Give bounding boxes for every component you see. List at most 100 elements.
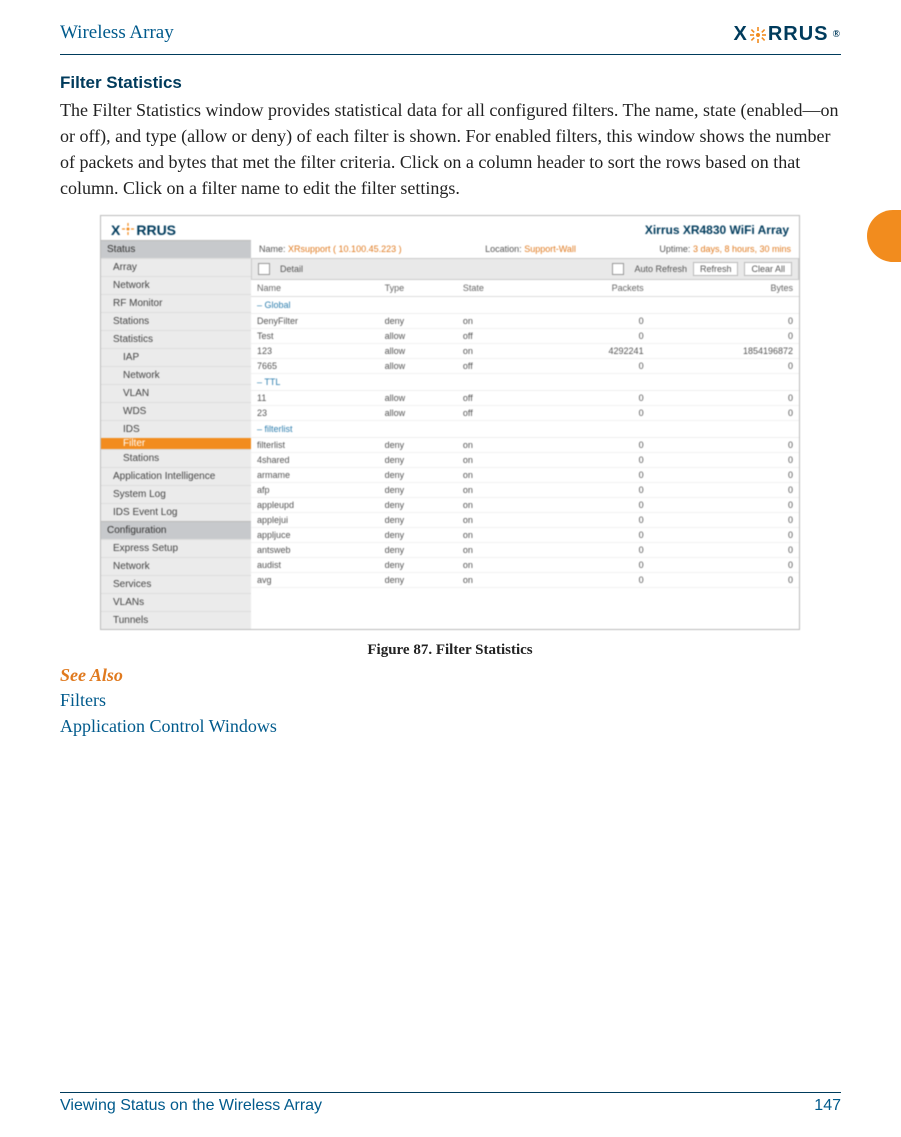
refresh-button[interactable]: Refresh: [693, 262, 739, 276]
col-packets[interactable]: Packets: [536, 280, 649, 297]
status-location-label: Location:: [485, 244, 522, 254]
filter-type-cell: allow: [379, 359, 457, 374]
filter-bytes-cell: 0: [650, 406, 799, 421]
detail-checkbox[interactable]: [258, 263, 270, 275]
sidebar-subitem[interactable]: WDS: [101, 402, 251, 420]
filter-name-cell[interactable]: afp: [251, 483, 379, 498]
see-also-heading: See Also: [60, 665, 841, 686]
filter-stats-table: Name Type State Packets Bytes – GlobalDe…: [251, 280, 799, 588]
filter-state-cell: off: [457, 406, 536, 421]
group-row[interactable]: – filterlist: [251, 421, 799, 438]
filter-name-cell[interactable]: Test: [251, 329, 379, 344]
filter-name-cell[interactable]: 7665: [251, 359, 379, 374]
filter-bytes-cell: 0: [650, 573, 799, 588]
sidebar-item[interactable]: Network: [101, 276, 251, 294]
col-state[interactable]: State: [457, 280, 536, 297]
auto-refresh-checkbox[interactable]: [612, 263, 624, 275]
table-row: 7665allowoff00: [251, 359, 799, 374]
filter-state-cell: off: [457, 359, 536, 374]
filter-name-cell[interactable]: 23: [251, 406, 379, 421]
filter-name-cell[interactable]: DenyFilter: [251, 314, 379, 329]
brand-mini-text-1: X: [111, 222, 120, 238]
status-uptime-value: 3 days, 8 hours, 30 mins: [693, 244, 791, 254]
filter-packets-cell: 0: [536, 406, 649, 421]
sidebar-item[interactable]: RF Monitor: [101, 294, 251, 312]
sidebar-subitem[interactable]: IDS: [101, 420, 251, 438]
filter-name-cell[interactable]: 11: [251, 391, 379, 406]
filter-type-cell: deny: [379, 498, 457, 513]
brand-mini-text-2: RRUS: [136, 222, 176, 238]
filter-type-cell: deny: [379, 438, 457, 453]
sidebar-item[interactable]: Statistics: [101, 330, 251, 348]
sidebar-item[interactable]: Network: [101, 557, 251, 575]
filter-packets-cell: 0: [536, 513, 649, 528]
screenshot: X RRUS Xirrus XR4830 WiFi Array Status A…: [100, 215, 800, 630]
filter-type-cell: allow: [379, 329, 457, 344]
filter-bytes-cell: 0: [650, 314, 799, 329]
filter-state-cell: on: [457, 573, 536, 588]
filter-name-cell[interactable]: antsweb: [251, 543, 379, 558]
page-footer: Viewing Status on the Wireless Array 147: [60, 1092, 841, 1115]
auto-refresh-label: Auto Refresh: [634, 264, 687, 274]
filter-name-cell[interactable]: applejui: [251, 513, 379, 528]
sidebar-item[interactable]: Array: [101, 258, 251, 276]
filter-name-cell[interactable]: 123: [251, 344, 379, 359]
filter-type-cell: deny: [379, 468, 457, 483]
clear-all-button[interactable]: Clear All: [744, 262, 792, 276]
filter-name-cell[interactable]: appleupd: [251, 498, 379, 513]
sidebar-item[interactable]: VLANs: [101, 593, 251, 611]
filter-state-cell: on: [457, 558, 536, 573]
filter-state-cell: off: [457, 329, 536, 344]
filter-type-cell: deny: [379, 543, 457, 558]
sidebar-subitem[interactable]: IAP: [101, 348, 251, 366]
filter-type-cell: deny: [379, 558, 457, 573]
sidebar-subitem[interactable]: Network: [101, 366, 251, 384]
filter-bytes-cell: 0: [650, 558, 799, 573]
filter-state-cell: on: [457, 468, 536, 483]
filter-packets-cell: 0: [536, 329, 649, 344]
group-row[interactable]: – Global: [251, 297, 799, 314]
xref-link[interactable]: Filters: [60, 688, 841, 713]
sidebar-item[interactable]: Services: [101, 575, 251, 593]
filter-name-cell[interactable]: 4shared: [251, 453, 379, 468]
screenshot-body: Status Array Network RF Monitor Stations…: [101, 240, 799, 629]
sidebar-subitem[interactable]: VLAN: [101, 384, 251, 402]
brand-burst-icon: [750, 27, 766, 43]
sidebar-group-config: Configuration: [101, 521, 251, 539]
filter-bytes-cell: 0: [650, 391, 799, 406]
sidebar-item[interactable]: Express Setup: [101, 539, 251, 557]
xref-link[interactable]: Application Control Windows: [60, 714, 841, 739]
table-row: 11allowoff00: [251, 391, 799, 406]
filter-name-cell[interactable]: filterlist: [251, 438, 379, 453]
brand-text-1: X: [734, 23, 748, 46]
group-row[interactable]: – TTL: [251, 374, 799, 391]
sidebar-subitem-active[interactable]: Filter: [101, 438, 251, 449]
filter-name-cell[interactable]: appljuce: [251, 528, 379, 543]
col-bytes[interactable]: Bytes: [650, 280, 799, 297]
filter-type-cell: deny: [379, 528, 457, 543]
page: Wireless Array X RRUS ® Filter Statistic…: [0, 0, 901, 1137]
sidebar-item[interactable]: Stations: [101, 312, 251, 330]
filter-state-cell: on: [457, 528, 536, 543]
sidebar-item[interactable]: IDS Event Log: [101, 503, 251, 521]
sidebar-subitem[interactable]: Stations: [101, 449, 251, 467]
table-row: antswebdenyon00: [251, 543, 799, 558]
filter-packets-cell: 0: [536, 453, 649, 468]
filter-name-cell[interactable]: avg: [251, 573, 379, 588]
filter-name-cell[interactable]: audist: [251, 558, 379, 573]
sidebar-item[interactable]: Tunnels: [101, 611, 251, 629]
product-name: Xirrus XR4830 WiFi Array: [645, 223, 789, 237]
col-type[interactable]: Type: [379, 280, 457, 297]
sidebar-item[interactable]: System Log: [101, 485, 251, 503]
table-row: audistdenyon00: [251, 558, 799, 573]
filter-bytes-cell: 0: [650, 453, 799, 468]
header-rule: [60, 54, 841, 55]
filter-bytes-cell: 0: [650, 543, 799, 558]
filter-packets-cell: 0: [536, 438, 649, 453]
filter-packets-cell: 0: [536, 543, 649, 558]
detail-label: Detail: [280, 264, 303, 274]
col-name[interactable]: Name: [251, 280, 379, 297]
sidebar-item[interactable]: Application Intelligence: [101, 467, 251, 485]
status-uptime-label: Uptime:: [659, 244, 690, 254]
filter-name-cell[interactable]: armame: [251, 468, 379, 483]
